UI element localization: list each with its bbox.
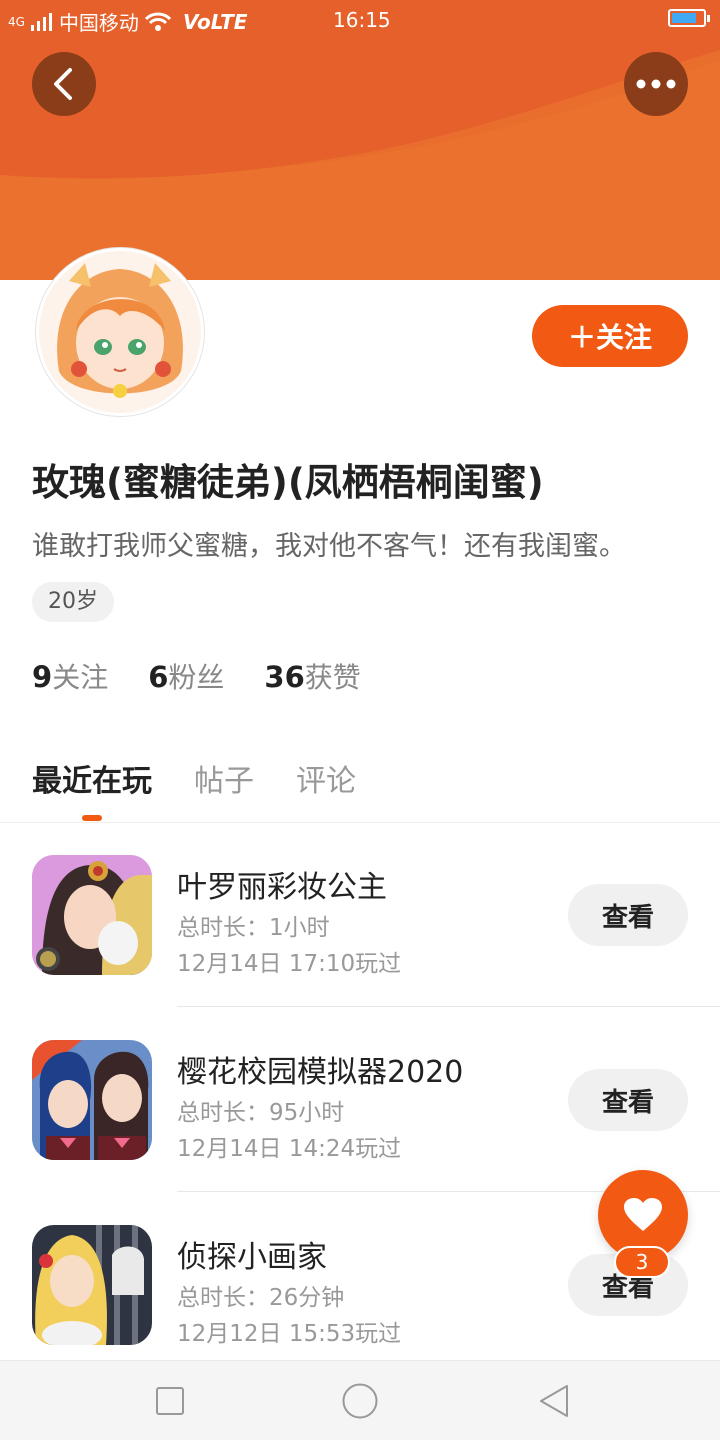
game-art-makeup-princess — [32, 855, 152, 975]
profile-bio: 谁敢打我师父蜜糖，我对他不客气！还有我闺蜜。 — [32, 531, 626, 562]
status-time: 16:15 — [333, 8, 391, 32]
stat-value: 6 — [148, 660, 169, 694]
wifi-icon — [144, 12, 171, 31]
game-last-played: 12月12日 15:53玩过 — [177, 1321, 402, 1347]
status-bar: 4G 中国移动 VoLTE 16:15 — [0, 0, 720, 40]
game-last-played: 12月14日 17:10玩过 — [177, 951, 402, 977]
game-duration: 总时长：26分钟 — [177, 1285, 345, 1311]
recent-apps-icon — [156, 1387, 184, 1415]
avatar[interactable] — [36, 248, 204, 416]
stat-value: 9 — [32, 660, 53, 694]
avatar-illustration — [39, 251, 201, 413]
stat-likes[interactable]: 36获赞 — [264, 656, 360, 696]
profile-page: 4G 中国移动 VoLTE 16:15 ＋关注 玫瑰(蜜糖徒弟)(凤栖梧桐闺蜜)… — [0, 0, 720, 1440]
system-navbar — [0, 1360, 720, 1440]
game-title: 樱花校园模拟器2020 — [177, 1055, 464, 1090]
back-button[interactable] — [32, 52, 96, 116]
battery-icon — [668, 9, 710, 27]
stat-label: 获赞 — [304, 661, 361, 694]
back-triangle-icon — [540, 1385, 568, 1417]
favorite-count-badge: 3 — [614, 1246, 670, 1278]
tab-indicator — [82, 815, 102, 821]
stat-label: 关注 — [52, 661, 109, 694]
tab-recently-played[interactable]: 最近在玩 — [32, 756, 152, 800]
game-row[interactable]: 樱花校园模拟器2020 总时长：95小时 12月14日 14:24玩过 查看 — [0, 1007, 720, 1192]
stat-label: 粉丝 — [168, 661, 225, 694]
follow-button[interactable]: ＋关注 — [532, 305, 688, 367]
tab-comments[interactable]: 评论 — [296, 756, 356, 800]
game-icon[interactable] — [32, 855, 152, 975]
signal-label: 4G — [8, 14, 25, 29]
game-duration: 总时长：1小时 — [177, 915, 330, 941]
game-title: 侦探小画家 — [177, 1240, 327, 1275]
game-art-sakura-school — [32, 1040, 152, 1160]
back-nav-button[interactable] — [534, 1381, 574, 1421]
view-button[interactable]: 查看 — [568, 1069, 688, 1131]
game-art-detective-painter — [32, 1225, 152, 1345]
game-row[interactable]: 叶罗丽彩妆公主 总时长：1小时 12月14日 17:10玩过 查看 — [0, 822, 720, 1007]
game-title: 叶罗丽彩妆公主 — [177, 870, 387, 905]
game-last-played: 12月14日 14:24玩过 — [177, 1136, 402, 1162]
more-button[interactable] — [624, 52, 688, 116]
profile-stats: 9关注 6粉丝 36获赞 — [32, 656, 361, 696]
stat-value: 36 — [264, 660, 305, 694]
profile-name: 玫瑰(蜜糖徒弟)(凤栖梧桐闺蜜) — [32, 461, 544, 504]
carrier-label: 中国移动 — [58, 11, 139, 35]
age-tag: 20岁 — [32, 582, 114, 622]
heart-icon — [624, 1198, 662, 1231]
stat-followers[interactable]: 6粉丝 — [148, 656, 224, 696]
tab-posts[interactable]: 帖子 — [194, 756, 254, 800]
banner-wave — [0, 0, 720, 280]
recent-apps-button[interactable] — [150, 1381, 190, 1421]
stat-following[interactable]: 9关注 — [32, 656, 108, 696]
home-button[interactable] — [340, 1381, 380, 1421]
header-banner: 4G 中国移动 VoLTE 16:15 — [0, 0, 720, 280]
profile-tabs: 最近在玩 帖子 评论 — [32, 756, 356, 800]
game-icon[interactable] — [32, 1040, 152, 1160]
chevron-left-icon — [54, 68, 72, 100]
volte-label: VoLTE — [182, 9, 248, 34]
view-button[interactable]: 查看 — [568, 884, 688, 946]
more-dots-icon — [636, 79, 676, 89]
home-icon — [342, 1383, 378, 1419]
game-duration: 总时长：95小时 — [177, 1100, 345, 1126]
signal-icon — [30, 12, 52, 31]
game-icon[interactable] — [32, 1225, 152, 1345]
